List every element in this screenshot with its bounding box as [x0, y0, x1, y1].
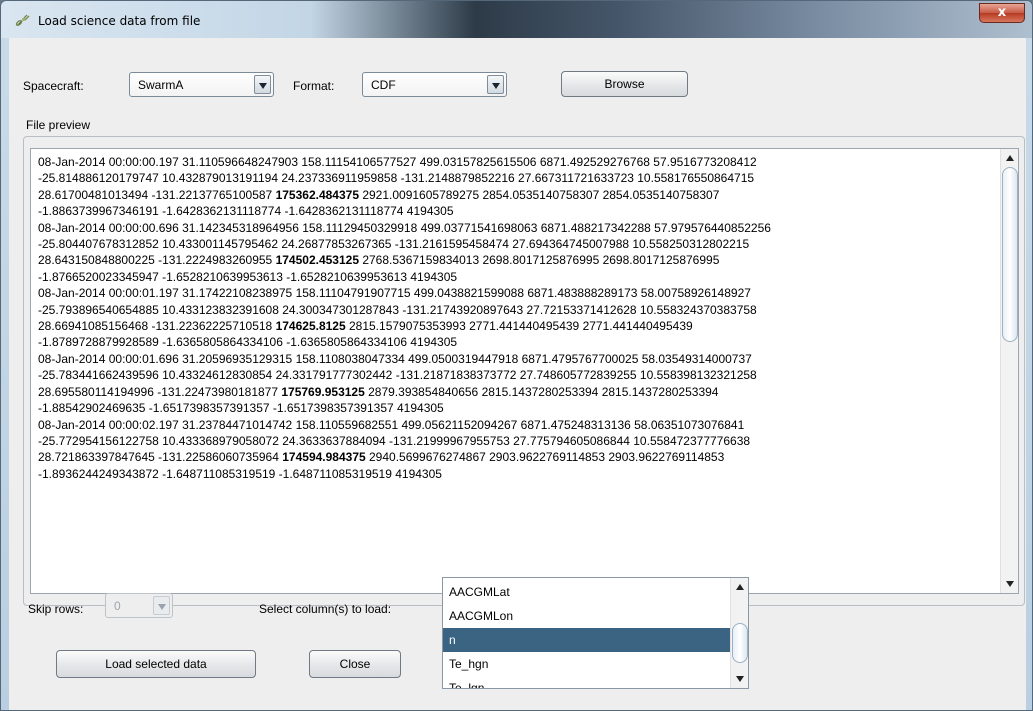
column-list-item[interactable]: n: [443, 628, 732, 652]
preview-text-segment: -1.8789728879928589 -1.6365805864334106 …: [38, 335, 458, 350]
columns-scrollbar[interactable]: [730, 578, 748, 688]
preview-line: 28.721863397847645 -131.22586060735964 1…: [38, 449, 998, 465]
preview-text-segment: 2879.393854840656 2815.1437280253394 281…: [364, 384, 719, 399]
format-label: Format:: [293, 79, 335, 93]
window-close-button[interactable]: x: [979, 3, 1025, 23]
browse-button[interactable]: Browse: [561, 71, 688, 97]
preview-line: -1.8789728879928589 -1.6365805864334106 …: [38, 334, 998, 350]
select-columns-label: Select column(s) to load:: [259, 602, 392, 616]
format-value: CDF: [371, 78, 396, 92]
preview-line: 28.643150848800225 -131.2224983260955 17…: [38, 252, 998, 268]
format-select[interactable]: CDF: [362, 72, 507, 97]
preview-line: -25.793896540654885 10.433123832391608 2…: [38, 302, 998, 318]
skip-rows-label: Skip rows:: [28, 602, 84, 616]
skip-rows-select: 0: [105, 593, 173, 618]
scroll-thumb[interactable]: [732, 623, 748, 663]
preview-bold-value: 175769.953125: [281, 384, 365, 399]
file-preview-title: File preview: [26, 118, 91, 132]
scroll-up-arrow-icon[interactable]: [1002, 150, 1018, 166]
skip-rows-value: 0: [114, 599, 121, 613]
preview-text-segment: 08-Jan-2014 00:00:01.197 31.174221082389…: [38, 286, 751, 301]
preview-text-segment: 2768.5367159834013 2698.8017125876995 26…: [359, 253, 720, 268]
preview-text-segment: 08-Jan-2014 00:00:00.696 31.142345318964…: [38, 220, 771, 235]
satellite-icon: [15, 14, 30, 26]
preview-line: -1.88542902469635 -1.6517398357391357 -1…: [38, 400, 998, 416]
preview-line: -1.8936244249343872 -1.648711085319519 -…: [38, 466, 998, 482]
preview-line: -25.772954156122758 10.433368979058072 2…: [38, 433, 998, 449]
chevron-down-icon: [153, 596, 170, 615]
preview-text-segment: -25.783441662439596 10.43324612830854 24…: [38, 368, 757, 383]
preview-text-segment: 28.695580114194996 -131.22473980181877: [38, 384, 282, 399]
column-list-item[interactable]: Te_hgn: [443, 652, 732, 676]
title-bar[interactable]: Load science data from file x: [1, 1, 1032, 38]
preview-text-segment: -1.88542902469635 -1.6517398357391357 -1…: [38, 401, 444, 416]
preview-bold-value: 174625.8125: [275, 319, 346, 334]
preview-text-segment: -25.814886120179747 10.432879013191194 2…: [38, 171, 755, 186]
preview-bold-value: 175362.484375: [275, 187, 359, 202]
preview-text-segment: -1.8863739967346191 -1.6428362131118774 …: [38, 204, 454, 219]
scroll-down-arrow-icon[interactable]: [732, 671, 748, 687]
preview-line: 08-Jan-2014 00:00:00.696 31.142345318964…: [38, 220, 998, 236]
close-button[interactable]: Close: [309, 650, 401, 678]
preview-bold-value: 174502.453125: [275, 253, 359, 268]
preview-text-segment: 28.721863397847645 -131.22586060735964: [38, 450, 283, 465]
preview-text-segment: -1.8936244249343872 -1.648711085319519 -…: [38, 466, 442, 481]
preview-text-segment: 28.61700481013494 -131.22137765100587: [38, 187, 276, 202]
preview-line: 28.66941085156468 -131.22362225710518 17…: [38, 318, 998, 334]
preview-text-segment: 28.643150848800225 -131.2224983260955: [38, 253, 276, 268]
file-preview-textarea[interactable]: 08-Jan-2014 00:00:00.197 31.110596648247…: [30, 148, 1019, 594]
preview-text-segment: 08-Jan-2014 00:00:01.696 31.205969351293…: [38, 351, 752, 366]
spacecraft-value: SwarmA: [138, 78, 184, 92]
spacecraft-label: Spacecraft:: [23, 79, 84, 93]
preview-line: 08-Jan-2014 00:00:01.696 31.205969351293…: [38, 351, 998, 367]
preview-text-segment: 2940.5699676274867 2903.9622769114853 29…: [365, 450, 725, 465]
preview-line: 08-Jan-2014 00:00:02.197 31.237844710147…: [38, 417, 998, 433]
preview-line: -1.8766520023345947 -1.6528210639953613 …: [38, 269, 998, 285]
preview-line: -25.783441662439596 10.43324612830854 24…: [38, 367, 998, 383]
chevron-down-icon[interactable]: [487, 75, 504, 94]
load-selected-data-button[interactable]: Load selected data: [56, 650, 256, 678]
window-title: Load science data from file: [38, 14, 201, 28]
scroll-down-arrow-icon[interactable]: [1002, 576, 1018, 592]
preview-text-segment: 2921.0091605789275 2854.0535140758307 28…: [359, 187, 720, 202]
dialog-window: Load science data from file x Spacecraft…: [0, 0, 1033, 711]
preview-line: -25.814886120179747 10.432879013191194 2…: [38, 170, 998, 186]
preview-text-segment: 08-Jan-2014 00:00:02.197 31.237844710147…: [38, 417, 745, 432]
scroll-up-arrow-icon[interactable]: [732, 579, 748, 595]
preview-line: 08-Jan-2014 00:00:00.197 31.110596648247…: [38, 154, 998, 170]
preview-line: -1.8863739967346191 -1.6428362131118774 …: [38, 203, 998, 219]
preview-line: 28.61700481013494 -131.22137765100587 17…: [38, 187, 998, 203]
chevron-down-icon[interactable]: [254, 75, 271, 94]
preview-text-segment: -1.8766520023345947 -1.6528210639953613 …: [38, 269, 458, 284]
file-preview-text: 08-Jan-2014 00:00:00.197 31.110596648247…: [38, 154, 998, 482]
preview-bold-value: 174594.984375: [282, 450, 366, 465]
preview-text-segment: -25.772954156122758 10.433368979058072 2…: [38, 433, 751, 448]
dialog-content: Spacecraft: SwarmA Format: CDF Browse Fi…: [9, 38, 1026, 710]
preview-text-segment: 2815.1579075353993 2771.441440495439 277…: [345, 319, 693, 334]
column-list-item[interactable]: Te_lgn: [443, 676, 732, 688]
columns-list[interactable]: AACGMLat AACGMLon n Te_hgn Te_lgn: [442, 577, 749, 689]
preview-line: -25.804407678312852 10.433001145795462 2…: [38, 236, 998, 252]
column-list-item[interactable]: AACGMLat: [443, 580, 732, 604]
scroll-thumb[interactable]: [1002, 167, 1018, 342]
spacecraft-select[interactable]: SwarmA: [129, 72, 274, 97]
preview-line: 08-Jan-2014 00:00:01.197 31.174221082389…: [38, 285, 998, 301]
column-list-item[interactable]: AACGMLon: [443, 604, 732, 628]
preview-text-segment: 28.66941085156468 -131.22362225710518: [38, 319, 276, 334]
preview-text-segment: -25.804407678312852 10.433001145795462 2…: [38, 237, 750, 252]
preview-line: 28.695580114194996 -131.22473980181877 1…: [38, 384, 998, 400]
preview-text-segment: -25.793896540654885 10.433123832391608 2…: [38, 302, 757, 317]
preview-scrollbar[interactable]: [1000, 149, 1018, 593]
preview-text-segment: 08-Jan-2014 00:00:00.197 31.110596648247…: [38, 155, 757, 169]
